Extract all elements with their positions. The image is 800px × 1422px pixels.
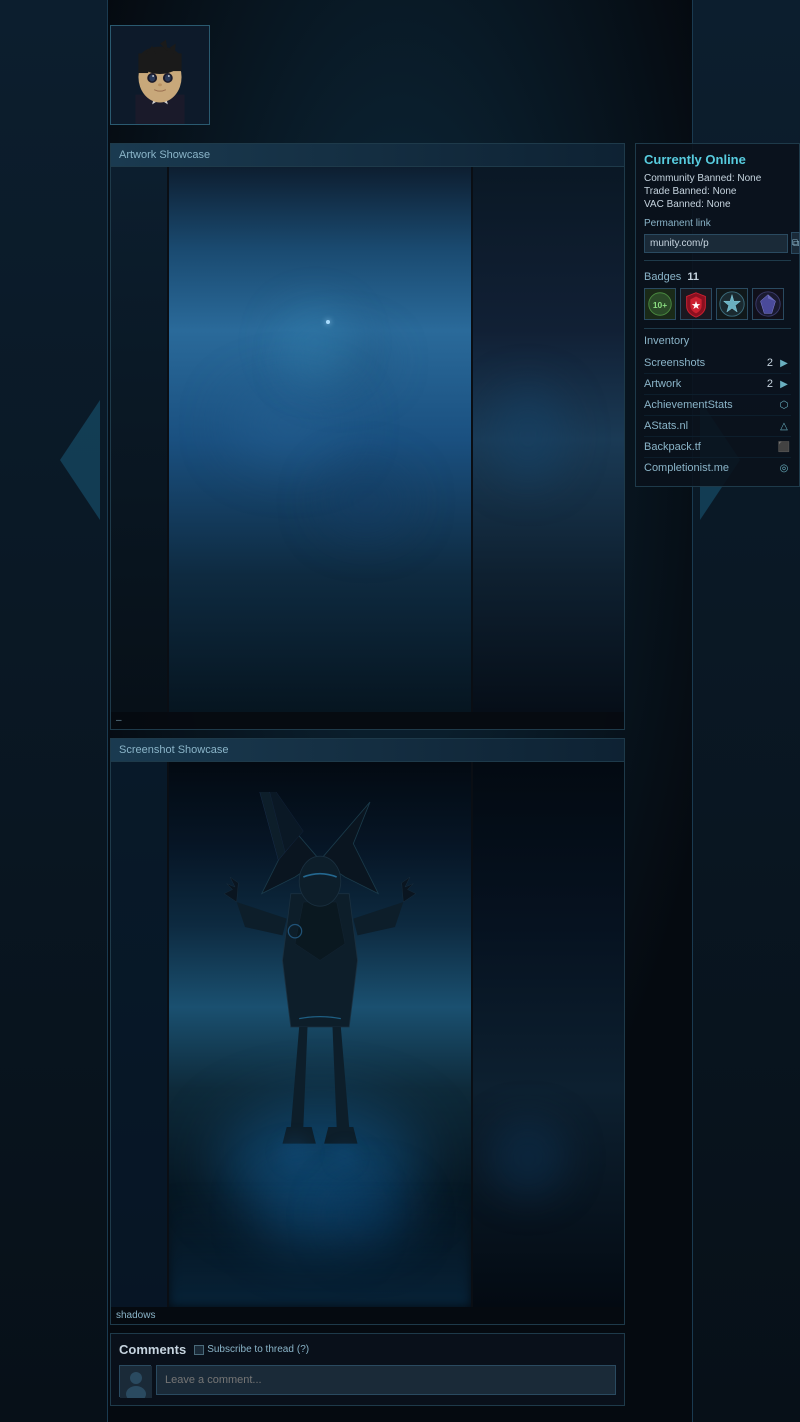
permanent-link-row: ⧉ — [644, 232, 791, 254]
trade-banned-label: Trade Banned: — [644, 186, 710, 197]
comment-input-row — [119, 1365, 616, 1397]
artwork-cell-right[interactable] — [473, 167, 624, 712]
comments-header: Comments Subscribe to thread (?) — [119, 1342, 616, 1357]
screenshot-caption: shadows — [111, 1307, 624, 1324]
subscribe-text: Subscribe to thread — [207, 1344, 294, 1355]
screenshot-title-text: Screenshot Showcase — [119, 744, 228, 756]
commenter-avatar — [119, 1365, 151, 1397]
inventory-header: Inventory — [644, 335, 791, 347]
screenshots-row[interactable]: Screenshots 2 ▶ — [644, 353, 791, 374]
screenshot-showcase-title: Screenshot Showcase — [111, 739, 624, 762]
vac-banned-label: VAC Banned: — [644, 199, 704, 210]
trade-ban-info: Trade Banned: None — [644, 186, 791, 197]
artwork-count: 2 — [767, 378, 773, 390]
divider-1 — [644, 260, 791, 261]
comments-title: Comments — [119, 1342, 186, 1357]
backpack-label: Backpack.tf — [644, 441, 701, 453]
avatar — [111, 26, 209, 124]
profile-header — [110, 10, 800, 135]
deco-left-chevron — [60, 400, 100, 520]
backpack-row[interactable]: Backpack.tf ⬛ — [644, 437, 791, 458]
artwork-label: Artwork — [644, 378, 681, 390]
community-banned-label: Community Banned: — [644, 173, 735, 184]
status-panel: Currently Online Community Banned: None … — [635, 143, 800, 487]
svg-text:★: ★ — [691, 301, 701, 311]
astats-value: △ — [777, 419, 791, 433]
community-banned-value: None — [737, 173, 761, 184]
astats-row[interactable]: AStats.nl △ — [644, 416, 791, 437]
badges-label: Badges — [644, 271, 681, 283]
badges-row: 10+ ★ — [644, 288, 791, 320]
artwork-caption-text: – — [116, 715, 122, 726]
comments-section: Comments Subscribe to thread (?) — [110, 1333, 625, 1406]
screenshot-grid — [111, 762, 624, 1307]
screenshots-label: Screenshots — [644, 357, 705, 369]
badge-shield[interactable]: ★ — [680, 288, 712, 320]
completionist-value: ◎ — [777, 461, 791, 475]
avatar-image — [111, 26, 209, 124]
community-ban-info: Community Banned: None — [644, 173, 791, 184]
screenshot-cell-right[interactable] — [473, 762, 624, 1307]
badges-count: 11 — [687, 271, 699, 283]
content-layout: Artwork Showcase — [110, 143, 800, 1406]
artwork-showcase-title: Artwork Showcase — [111, 144, 624, 167]
achievementstats-row[interactable]: AchievementStats ⬡ — [644, 395, 791, 416]
screenshot-caption-text: shadows — [116, 1310, 155, 1321]
page-wrapper: Artwork Showcase — [0, 0, 800, 1422]
screenshot-cell-main[interactable] — [169, 762, 473, 1307]
achievementstats-label: AchievementStats — [644, 399, 733, 411]
comment-input[interactable] — [156, 1365, 616, 1395]
left-column: Artwork Showcase — [110, 143, 625, 1406]
divider-2 — [644, 328, 791, 329]
screenshot-icon: ▶ — [777, 356, 791, 370]
backpack-value: ⬛ — [777, 440, 791, 454]
artwork-cell-main[interactable] — [169, 167, 473, 712]
artwork-value: 2 ▶ — [767, 377, 791, 391]
subscribe-checkbox[interactable] — [194, 1345, 204, 1355]
astats-label: AStats.nl — [644, 420, 688, 432]
astats-icon: △ — [777, 419, 791, 433]
screenshots-value: 2 ▶ — [767, 356, 791, 370]
badge-years-service[interactable]: 10+ — [644, 288, 676, 320]
status-online: Currently Online — [644, 152, 791, 167]
right-column: Currently Online Community Banned: None … — [635, 143, 800, 487]
artwork-icon: ▶ — [777, 377, 791, 391]
vac-banned-value: None — [707, 199, 731, 210]
achievementstats-icon: ⬡ — [777, 398, 791, 412]
artwork-grid — [111, 167, 624, 712]
badges-header: Badges 11 — [644, 271, 791, 283]
copy-icon: ⧉ — [792, 238, 799, 249]
subscribe-count: (?) — [297, 1344, 309, 1355]
screenshot-showcase-section: Screenshot Showcase — [110, 738, 625, 1325]
completionist-icon: ◎ — [777, 461, 791, 475]
main-content: Artwork Showcase — [110, 0, 800, 1406]
completionist-row[interactable]: Completionist.me ◎ — [644, 458, 791, 478]
permanent-link-input[interactable] — [644, 234, 788, 253]
backpack-icon: ⬛ — [777, 440, 791, 454]
avatar-container — [110, 25, 210, 125]
svg-text:10+: 10+ — [653, 300, 667, 310]
badge-star[interactable] — [716, 288, 748, 320]
artwork-showcase-section: Artwork Showcase — [110, 143, 625, 730]
trade-banned-value: None — [713, 186, 737, 197]
artwork-row[interactable]: Artwork 2 ▶ — [644, 374, 791, 395]
artwork-title-text: Artwork Showcase — [119, 149, 210, 161]
vac-ban-info: VAC Banned: None — [644, 199, 791, 210]
screenshots-count: 2 — [767, 357, 773, 369]
badge-gem[interactable] — [752, 288, 784, 320]
warframe-figure — [220, 792, 420, 1212]
copy-link-button[interactable]: ⧉ — [791, 232, 800, 254]
bg-left-panel — [0, 0, 108, 1422]
subscribe-label: Subscribe to thread (?) — [194, 1344, 309, 1355]
permanent-link-label: Permanent link — [644, 218, 791, 229]
completionist-label: Completionist.me — [644, 462, 729, 474]
achievementstats-value: ⬡ — [777, 398, 791, 412]
screenshot-cell-left[interactable] — [111, 762, 169, 1307]
artwork-caption: – — [111, 712, 624, 729]
artwork-cell-left[interactable] — [111, 167, 169, 712]
